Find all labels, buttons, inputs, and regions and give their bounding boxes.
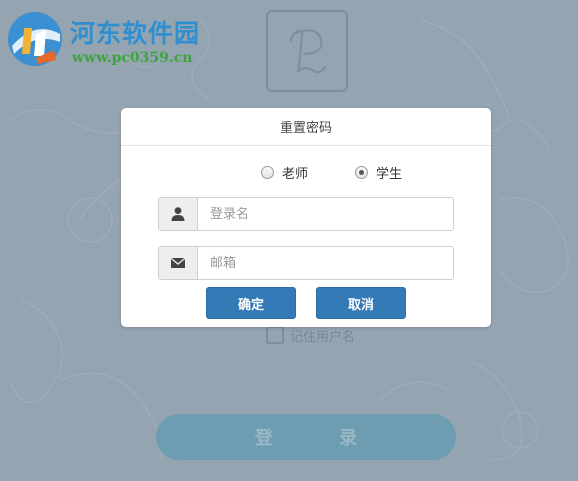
dialog-title: 重置密码 [121,108,491,146]
email-input[interactable] [198,247,453,279]
username-input[interactable] [198,198,453,230]
reset-password-dialog: 重置密码 老师 学生 确定 取消 [121,108,491,327]
role-option-student[interactable]: 学生 [355,163,402,182]
login-button-label: 登 录 [254,428,358,449]
remember-username[interactable]: 记住用户名 [266,326,356,345]
role-option-label: 学生 [376,167,403,182]
email-field [158,246,454,280]
username-field [158,197,454,231]
login-button[interactable]: 登 录 [156,414,456,460]
user-icon [171,207,185,221]
username-addon [159,198,198,230]
envelope-icon [170,257,186,268]
watermark-url: www.pc0359.cn [72,50,193,66]
app-logo-icon [289,29,327,74]
student-radio[interactable] [355,166,368,179]
remember-label: 记住用户名 [290,329,356,345]
app-logo [266,10,348,92]
role-option-teacher[interactable]: 老师 [261,163,308,182]
cancel-button[interactable]: 取消 [316,287,406,319]
teacher-radio[interactable] [261,166,274,179]
email-addon [159,247,198,279]
watermark-title: 河东软件园 [70,19,201,48]
remember-checkbox[interactable] [266,326,284,344]
watermark: 河东软件园 www.pc0359.cn [6,8,236,70]
watermark-logo-icon [8,12,62,66]
confirm-button[interactable]: 确定 [206,287,296,319]
role-selector: 老师 学生 [121,163,491,182]
role-option-label: 老师 [282,167,309,182]
